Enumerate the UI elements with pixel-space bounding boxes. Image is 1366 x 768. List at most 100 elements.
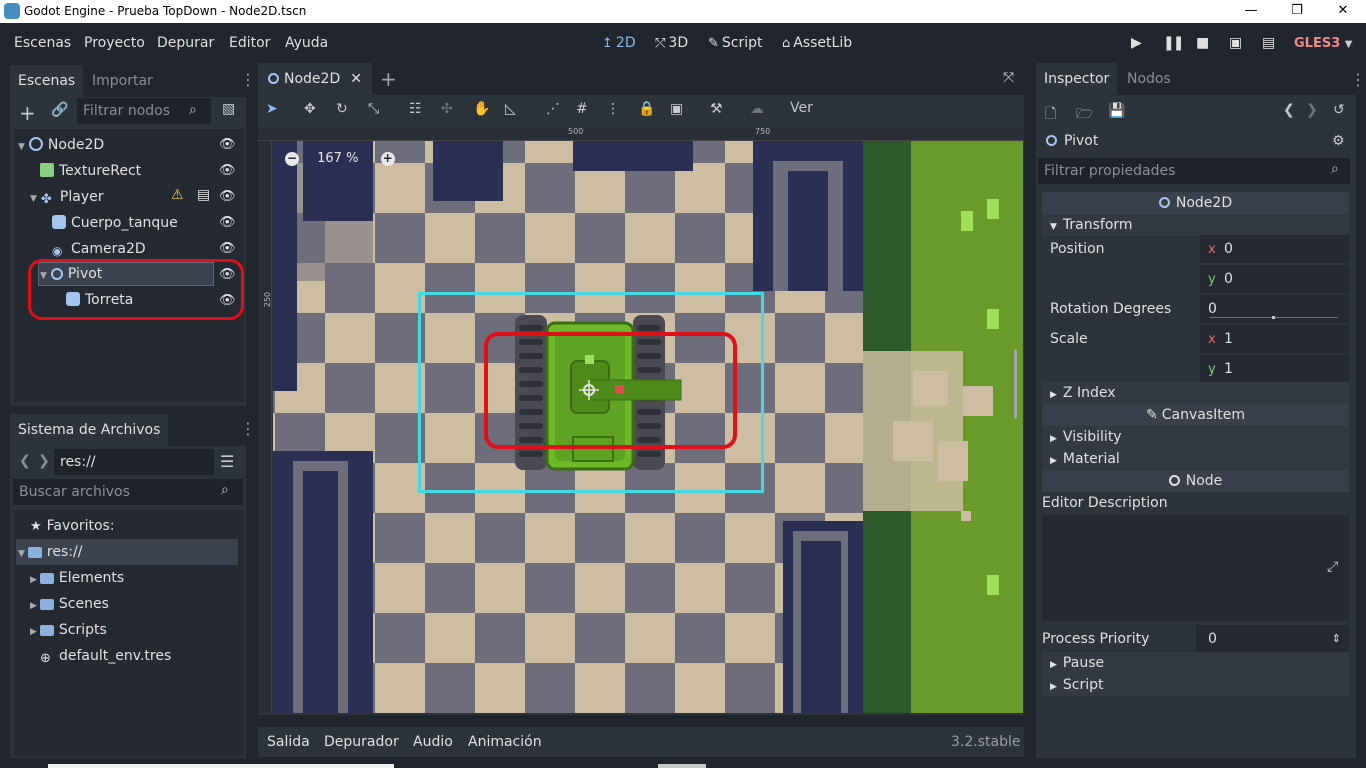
rotate-mode-icon[interactable]: ↻ xyxy=(336,101,348,117)
pan-mode-icon[interactable]: ✋ xyxy=(473,101,490,117)
more-snap-icon[interactable]: ⋮ xyxy=(606,101,620,117)
distraction-free-icon[interactable]: ⤧ xyxy=(1003,70,1014,86)
tree-row-cuerpo-tanque[interactable]: Cuerpo_tanque xyxy=(52,210,178,236)
pivot-mode-icon[interactable]: ✣ xyxy=(441,101,453,117)
scale-x-field[interactable]: x1 xyxy=(1200,325,1349,353)
stop-icon[interactable]: ■ xyxy=(1196,35,1209,51)
view-menu[interactable]: Ver xyxy=(790,100,813,116)
visibility-eye-icon[interactable]: 👁 xyxy=(219,163,236,178)
link-icon[interactable]: 🔗 xyxy=(51,102,68,118)
select-mode-icon[interactable]: ➤ xyxy=(266,101,278,117)
tab-node2d-scene[interactable]: Node2D ✕ xyxy=(258,63,372,95)
path-field[interactable]: res:// xyxy=(54,449,214,475)
search-files-input[interactable]: Buscar archivos xyxy=(13,479,243,505)
attach-script-icon[interactable]: ▧ xyxy=(222,101,235,117)
scene-canvas[interactable]: − 167 % + xyxy=(273,141,1023,713)
section-material[interactable]: ▶ Material xyxy=(1042,448,1349,470)
save-resource-icon[interactable]: 💾 xyxy=(1108,103,1125,119)
file-row-scripts[interactable]: ▶ Scripts xyxy=(30,617,107,643)
editor-description-textarea[interactable] xyxy=(1042,515,1316,621)
script-attached-icon[interactable]: ▤ xyxy=(197,187,210,203)
camera-override-icon[interactable]: ☁ xyxy=(750,101,764,117)
history-icon[interactable]: ↺ xyxy=(1333,102,1345,118)
ruler-mode-icon[interactable]: ◺ xyxy=(505,101,516,117)
visibility-eye-icon[interactable]: 👁 xyxy=(219,215,236,230)
layout-toggle-icon[interactable]: ☰ xyxy=(220,452,234,471)
minimize-button[interactable]: — xyxy=(1228,0,1274,23)
maximize-button[interactable]: ❐ xyxy=(1274,0,1320,23)
dock-menu-icon[interactable]: ⋮ xyxy=(240,70,256,89)
zoom-out-icon[interactable]: − xyxy=(285,152,299,166)
scale-y-field[interactable]: y1 xyxy=(1200,355,1349,383)
section-pause[interactable]: ▶ Pause xyxy=(1042,652,1349,674)
menu-depurar[interactable]: Depurar xyxy=(157,35,214,51)
pause-icon[interactable]: ❚❚ xyxy=(1163,35,1185,51)
back-icon[interactable]: ❮ xyxy=(19,453,31,469)
file-row-default-env[interactable]: ⊕ default_env.tres xyxy=(40,643,171,669)
play-scene-icon[interactable]: ▣ xyxy=(1229,35,1242,51)
tab-audio[interactable]: Audio xyxy=(413,734,453,750)
scale-mode-icon[interactable]: ⤡ xyxy=(368,101,379,117)
section-visibility[interactable]: ▶ Visibility xyxy=(1042,426,1349,448)
spinner-icon[interactable]: ⇕ xyxy=(1332,625,1341,653)
expand-icon[interactable]: ⤢ xyxy=(1327,559,1338,575)
open-folder-icon[interactable]: 🗁 xyxy=(1076,103,1093,127)
filter-properties-input[interactable]: Filtrar propiedades xyxy=(1038,158,1350,184)
warning-icon[interactable]: ⚠ xyxy=(171,187,184,203)
section-z-index[interactable]: ▶ Z Index xyxy=(1042,382,1349,404)
tab-filesystem[interactable]: Sistema de Archivos xyxy=(10,414,169,446)
selected-node-row[interactable]: Pivot xyxy=(1046,129,1098,153)
menu-ayuda[interactable]: Ayuda xyxy=(285,35,328,51)
group-icon[interactable]: ▣ xyxy=(670,101,683,117)
scrollbar[interactable] xyxy=(1014,349,1017,419)
history-back-icon[interactable]: ❮ xyxy=(1283,102,1295,118)
workspace-3d-button[interactable]: ⤲ 3D xyxy=(655,35,688,51)
workspace-script-button[interactable]: ✎ Script xyxy=(708,35,763,51)
tab-animacion[interactable]: Animación xyxy=(468,734,542,750)
section-script[interactable]: ▶ Script xyxy=(1042,674,1349,696)
add-node-icon[interactable]: + xyxy=(19,101,36,125)
dock-menu-icon[interactable]: ⋮ xyxy=(240,419,256,438)
smart-snap-icon[interactable]: ⋰ xyxy=(546,101,560,117)
file-row-elements[interactable]: ▶ Elements xyxy=(30,565,124,591)
file-row-res[interactable]: ▼ res:// xyxy=(18,539,82,565)
visibility-eye-icon[interactable]: 👁 xyxy=(219,241,236,256)
tree-row-player[interactable]: ▼ ✤ Player xyxy=(30,184,104,210)
renderer-dropdown[interactable]: GLES3 ▼ xyxy=(1294,36,1352,51)
close-window-button[interactable]: ✕ xyxy=(1320,0,1366,23)
tab-depurador[interactable]: Depurador xyxy=(324,734,399,750)
slider-grabber[interactable] xyxy=(1272,316,1275,319)
forward-icon[interactable]: ❯ xyxy=(38,453,50,469)
process-priority-field[interactable]: 0 ⇕ xyxy=(1196,625,1349,653)
tab-inspector[interactable]: Inspector xyxy=(1036,63,1118,95)
history-forward-icon[interactable]: ❯ xyxy=(1306,102,1318,118)
rotation-field[interactable]: 0 xyxy=(1200,295,1349,323)
menu-editor[interactable]: Editor xyxy=(229,35,270,51)
bone-icon[interactable]: ⚒ xyxy=(710,101,723,117)
close-tab-icon[interactable]: ✕ xyxy=(350,71,362,87)
position-x-field[interactable]: x0 xyxy=(1200,235,1349,263)
visibility-eye-icon[interactable]: 👁 xyxy=(219,189,236,204)
position-y-field[interactable]: y0 xyxy=(1200,265,1349,293)
object-properties-icon[interactable]: ⚙ xyxy=(1332,133,1345,149)
tree-row-node2d[interactable]: ▼ Node2D xyxy=(18,132,104,158)
workspace-assetlib-button[interactable]: ⌂ AssetLib xyxy=(782,35,852,51)
menu-proyecto[interactable]: Proyecto xyxy=(84,35,145,51)
list-select-icon[interactable]: ☷ xyxy=(409,101,422,117)
menu-escenas[interactable]: Escenas xyxy=(14,35,71,51)
new-scene-tab-icon[interactable]: + xyxy=(380,67,397,91)
grid-snap-icon[interactable]: # xyxy=(576,101,588,117)
favorites-row[interactable]: ★ Favoritos: xyxy=(30,513,115,539)
new-resource-icon[interactable]: 🗋 xyxy=(1045,103,1056,127)
tab-importar[interactable]: Importar xyxy=(84,65,161,97)
lock-icon[interactable]: 🔒 xyxy=(638,101,655,117)
tab-escenas[interactable]: Escenas xyxy=(10,65,84,97)
workspace-2d-button[interactable]: ↥ 2D xyxy=(602,35,636,51)
zoom-level[interactable]: 167 % xyxy=(317,151,358,166)
visibility-eye-icon[interactable]: 👁 xyxy=(219,137,236,152)
zoom-in-icon[interactable]: + xyxy=(380,152,395,166)
dock-menu-icon[interactable]: ⋮ xyxy=(1350,70,1366,89)
tree-row-texturerect[interactable]: TextureRect xyxy=(40,158,141,184)
section-transform[interactable]: ▼ Transform xyxy=(1042,214,1349,236)
tab-nodos[interactable]: Nodos xyxy=(1119,63,1179,95)
